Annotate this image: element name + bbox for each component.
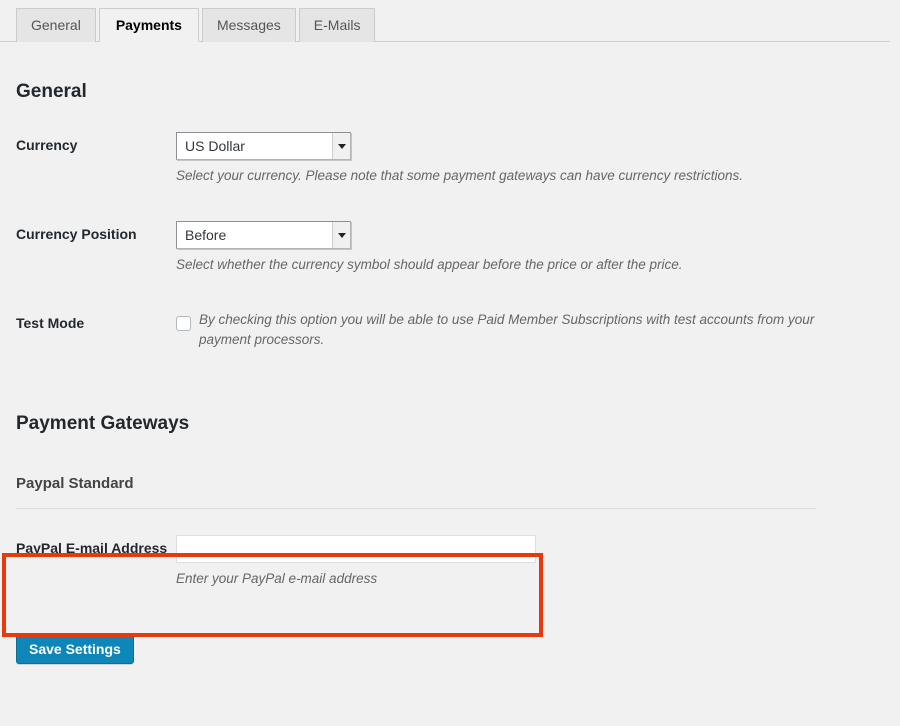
test-mode-label: Test Mode (16, 315, 85, 331)
paypal-email-field-row: PayPal E-mail Address Enter your PayPal … (16, 535, 884, 589)
paypal-standard-heading: Paypal Standard (16, 475, 134, 492)
currency-position-select[interactable]: Before (176, 221, 351, 249)
chevron-down-icon (332, 222, 350, 248)
paypal-email-label: PayPal E-mail Address (16, 540, 168, 556)
currency-select[interactable]: US Dollar (176, 132, 351, 160)
currency-control: US Dollar Select your currency. Please n… (176, 132, 884, 186)
general-section-heading: General (16, 81, 87, 102)
save-settings-button[interactable]: Save Settings (16, 634, 134, 664)
currency-position-select-value: Before (185, 227, 227, 243)
test-mode-control: By checking this option you will be able… (176, 310, 884, 350)
test-mode-checkbox[interactable] (176, 316, 191, 331)
tab-payments[interactable]: Payments (98, 8, 199, 42)
paypal-email-description: Enter your PayPal e-mail address (176, 571, 378, 586)
tab-emails[interactable]: E-Mails (298, 8, 376, 42)
paypal-email-control: Enter your PayPal e-mail address (176, 535, 884, 589)
test-mode-description: By checking this option you will be able… (199, 312, 815, 347)
settings-content: General Currency US Dollar Select your c… (0, 80, 900, 664)
currency-description: Select your currency. Please note that s… (176, 168, 744, 183)
settings-tab-bar: General Payments Messages E-Mails (0, 0, 890, 42)
payment-gateways-heading: Payment Gateways (16, 413, 190, 434)
currency-field-row: Currency US Dollar Select your currency.… (16, 132, 884, 186)
tab-general[interactable]: General (16, 8, 96, 42)
chevron-down-icon (332, 133, 350, 159)
currency-select-value: US Dollar (185, 138, 245, 154)
currency-position-control: Before Select whether the currency symbo… (176, 221, 884, 275)
test-mode-field-row: Test Mode By checking this option you wi… (16, 310, 884, 350)
currency-position-label: Currency Position (16, 226, 137, 242)
paypal-standard-divider (16, 508, 816, 509)
currency-position-field-row: Currency Position Before Select whether … (16, 221, 884, 275)
currency-label: Currency (16, 137, 78, 153)
form-footer: Save Settings (16, 634, 884, 664)
currency-position-description: Select whether the currency symbol shoul… (176, 257, 683, 272)
paypal-email-input[interactable] (176, 535, 536, 563)
tab-messages[interactable]: Messages (201, 8, 296, 42)
